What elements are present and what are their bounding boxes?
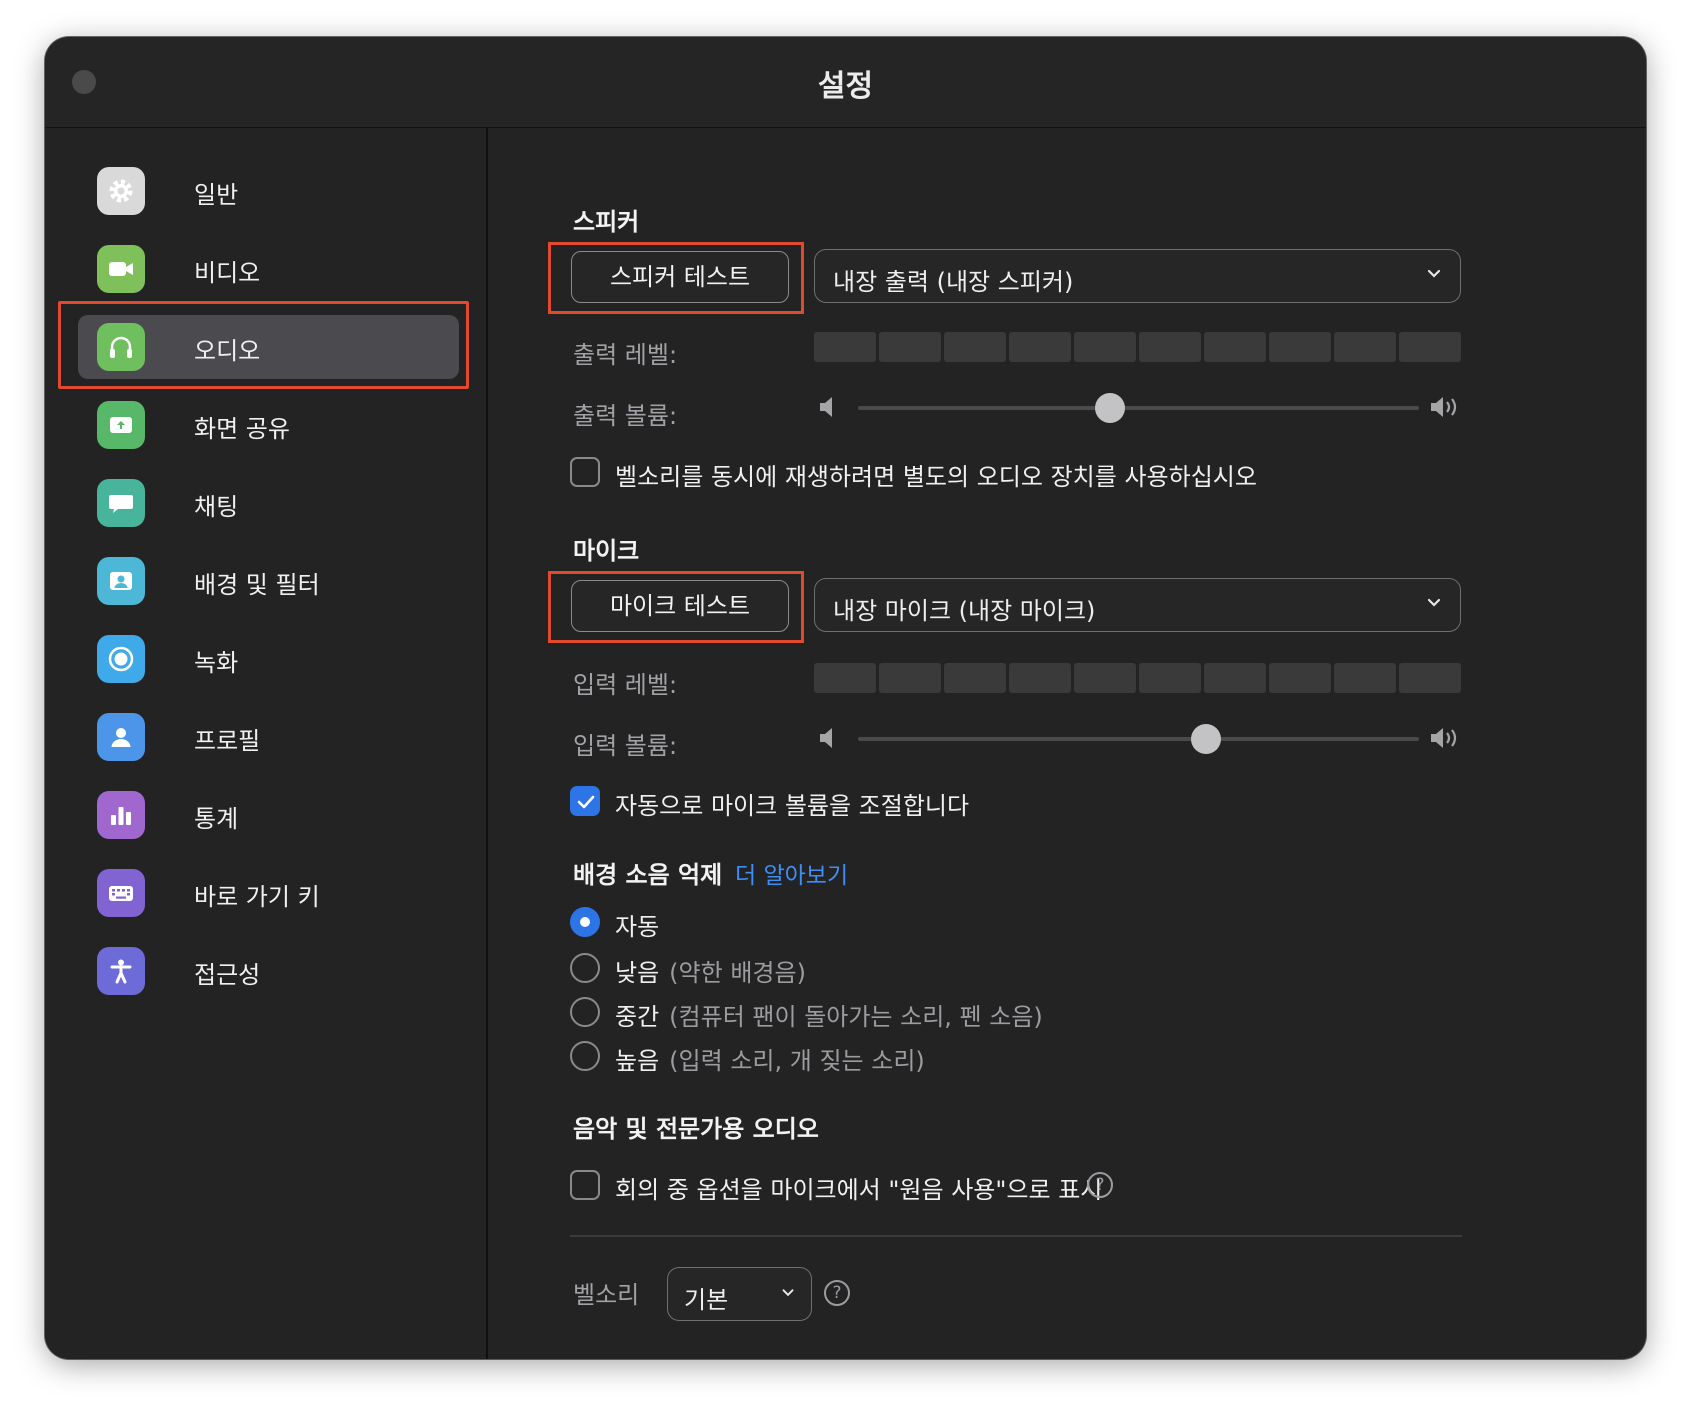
speaker-low-icon xyxy=(820,728,832,748)
help-icon[interactable]: ? xyxy=(1087,1172,1113,1198)
slider-track xyxy=(858,406,1419,410)
ringtone-select[interactable]: 기본 xyxy=(667,1267,812,1321)
keyboard-icon xyxy=(97,869,145,917)
sidebar: 일반 비디오 오디오 화면 공유 채팅 배경 및 필터 녹화 프로필 통계 바로… xyxy=(45,128,488,1359)
mic-section-title: 마이크 xyxy=(573,537,640,565)
sidebar-item-label: 일반 xyxy=(194,181,239,209)
noise-suppression-title: 배경 소음 억제 xyxy=(573,861,723,889)
bar-chart-icon xyxy=(97,791,145,839)
checkmark-icon xyxy=(577,795,595,809)
sidebar-item-audio[interactable]: 오디오 xyxy=(58,301,469,389)
settings-window: 설정 일반 비디오 오디오 화면 공유 채팅 배경 및 필터 녹화 프로필 통계… xyxy=(45,37,1646,1359)
headphones-icon xyxy=(97,323,145,371)
speaker-device-select[interactable]: 내장 출력 (내장 스피커) xyxy=(814,249,1461,303)
mic-device-value: 내장 마이크 (내장 마이크) xyxy=(833,597,1096,625)
sidebar-item-profile[interactable]: 프로필 xyxy=(78,705,459,769)
gear-icon xyxy=(97,167,145,215)
sidebar-item-label: 바로 가기 키 xyxy=(194,883,320,911)
sidebar-item-label: 채팅 xyxy=(194,493,239,521)
separate-ringtone-checkbox[interactable] xyxy=(570,457,600,487)
auto-adjust-mic-label: 자동으로 마이크 볼륨을 조절합니다 xyxy=(615,792,970,820)
record-icon xyxy=(97,635,145,683)
audio-settings-panel: 스피커 스피커 테스트 내장 출력 (내장 스피커) 출력 레벨: 출력 볼륨:… xyxy=(488,128,1646,1359)
separate-ringtone-label: 벨소리를 동시에 재생하려면 별도의 오디오 장치를 사용하십시오 xyxy=(615,463,1257,491)
noise-option-medium-label: 중간 (컴퓨터 팬이 돌아가는 소리, 펜 소음) xyxy=(615,997,1043,1032)
chevron-down-icon xyxy=(1427,269,1441,278)
sidebar-item-background-filters[interactable]: 배경 및 필터 xyxy=(78,549,459,613)
chat-bubble-icon xyxy=(97,479,145,527)
sidebar-item-label: 프로필 xyxy=(194,727,261,755)
auto-adjust-mic-checkbox[interactable] xyxy=(570,786,600,816)
speaker-test-button[interactable]: 스피커 테스트 xyxy=(571,251,789,303)
video-camera-icon xyxy=(97,245,145,293)
sidebar-item-share-screen[interactable]: 화면 공유 xyxy=(78,393,459,457)
output-volume-slider[interactable] xyxy=(818,392,1463,423)
sidebar-item-label: 오디오 xyxy=(194,337,261,365)
noise-option-high-label: 높음 (입력 소리, 개 짖는 소리) xyxy=(615,1041,925,1076)
sidebar-item-label: 녹화 xyxy=(194,649,239,677)
speaker-test-highlight: 스피커 테스트 xyxy=(548,242,804,314)
noise-option-low-label: 낮음 (약한 배경음) xyxy=(615,953,806,988)
sidebar-item-label: 접근성 xyxy=(194,961,261,989)
noise-option-auto-label: 자동 xyxy=(615,907,659,942)
slider-thumb[interactable] xyxy=(1190,724,1221,754)
music-audio-title: 음악 및 전문가용 오디오 xyxy=(573,1115,819,1143)
sidebar-item-keyboard-shortcuts[interactable]: 바로 가기 키 xyxy=(78,861,459,925)
ringtone-label: 벨소리 xyxy=(573,1281,640,1309)
speaker-device-value: 내장 출력 (내장 스피커) xyxy=(833,268,1074,296)
learn-more-link[interactable]: 더 알아보기 xyxy=(735,856,848,890)
sidebar-item-label: 비디오 xyxy=(194,259,261,287)
original-sound-checkbox[interactable] xyxy=(570,1170,600,1200)
help-icon[interactable]: ? xyxy=(824,1280,850,1306)
sidebar-item-label: 배경 및 필터 xyxy=(194,571,320,599)
sidebar-item-general[interactable]: 일반 xyxy=(78,159,459,223)
mic-test-button[interactable]: 마이크 테스트 xyxy=(571,580,789,632)
input-level-label: 입력 레벨: xyxy=(573,671,678,699)
sidebar-item-video[interactable]: 비디오 xyxy=(78,237,459,301)
output-level-meter xyxy=(814,332,1461,362)
chevron-down-icon xyxy=(1427,598,1441,607)
mic-test-highlight: 마이크 테스트 xyxy=(548,571,804,643)
speaker-low-icon xyxy=(820,397,832,417)
speaker-section-title: 스피커 xyxy=(573,208,640,236)
radio-label-text: 자동 xyxy=(615,913,660,941)
radio-label-text: 높음 xyxy=(615,1047,660,1075)
radio-hint-text: (약한 배경음) xyxy=(669,959,806,987)
divider xyxy=(570,1235,1462,1237)
input-level-meter xyxy=(814,663,1461,693)
input-volume-label: 입력 볼륨: xyxy=(573,732,678,760)
background-person-icon xyxy=(97,557,145,605)
share-screen-icon xyxy=(97,401,145,449)
noise-option-auto-radio[interactable] xyxy=(570,907,600,937)
input-volume-slider[interactable] xyxy=(818,723,1463,754)
slider-track xyxy=(858,737,1419,741)
noise-option-medium-radio[interactable] xyxy=(570,997,600,1027)
mic-device-select[interactable]: 내장 마이크 (내장 마이크) xyxy=(814,578,1461,632)
original-sound-label: 회의 중 옵션을 마이크에서 "원음 사용"으로 표시 xyxy=(615,1176,1103,1204)
output-volume-label: 출력 볼륨: xyxy=(573,402,678,430)
sidebar-item-chat[interactable]: 채팅 xyxy=(78,471,459,535)
speaker-high-icon xyxy=(1431,728,1457,748)
profile-icon xyxy=(97,713,145,761)
radio-hint-text: (입력 소리, 개 짖는 소리) xyxy=(669,1047,925,1075)
accessibility-icon xyxy=(97,947,145,995)
sidebar-item-label: 통계 xyxy=(194,805,239,833)
radio-hint-text: (컴퓨터 팬이 돌아가는 소리, 펜 소음) xyxy=(669,1003,1043,1031)
speaker-high-icon xyxy=(1431,397,1457,417)
radio-label-text: 중간 xyxy=(615,1003,660,1031)
sidebar-item-accessibility[interactable]: 접근성 xyxy=(78,939,459,1003)
radio-label-text: 낮음 xyxy=(615,959,660,987)
sidebar-item-recording[interactable]: 녹화 xyxy=(78,627,459,691)
chevron-down-icon xyxy=(782,1289,794,1297)
window-title: 설정 xyxy=(817,69,874,104)
output-level-label: 출력 레벨: xyxy=(573,341,678,369)
sidebar-item-statistics[interactable]: 통계 xyxy=(78,783,459,847)
title-bar: 설정 xyxy=(45,37,1646,128)
noise-option-high-radio[interactable] xyxy=(570,1041,600,1071)
noise-option-low-radio[interactable] xyxy=(570,953,600,983)
slider-thumb[interactable] xyxy=(1095,393,1126,423)
sidebar-item-label: 화면 공유 xyxy=(194,415,290,443)
ringtone-value: 기본 xyxy=(684,1286,729,1314)
